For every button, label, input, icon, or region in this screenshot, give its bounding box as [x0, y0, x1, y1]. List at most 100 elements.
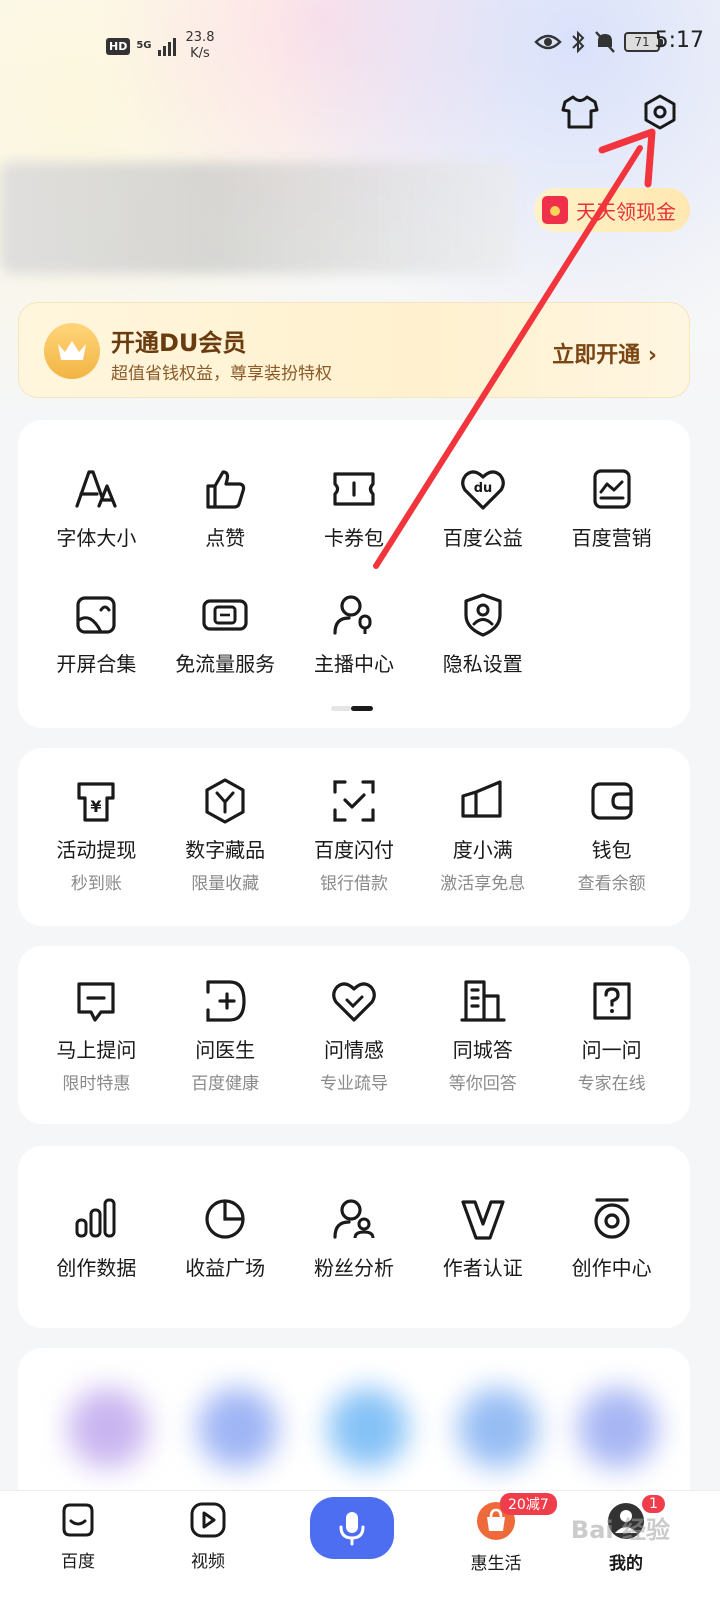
tab-label: 百度 [61, 1552, 95, 1572]
tab-home[interactable]: 百度 [38, 1501, 118, 1572]
item-sublabel: 激活享免息 [440, 874, 526, 894]
settings-button[interactable] [640, 92, 680, 132]
cash-withdraw-item[interactable]: ¥ 活动提现 秒到账 [32, 776, 161, 894]
creator-card: 创作数据 收益广场 粉丝分析 作者认证 创作中心 [18, 1146, 690, 1328]
creator-row: 创作数据 收益广场 粉丝分析 作者认证 创作中心 [32, 1194, 676, 1281]
tab-label: 我的 [609, 1554, 643, 1574]
heart-check-icon [332, 982, 376, 1022]
item-sublabel: 限时特惠 [62, 1074, 131, 1094]
red-packet-icon [542, 196, 568, 224]
item-label: 创作中心 [571, 1256, 652, 1280]
network-speed: 23.8 K/s [186, 30, 215, 62]
author-verify-item[interactable]: 作者认证 [418, 1194, 547, 1281]
ask-expert-item[interactable]: 问一问 专家在线 [547, 976, 676, 1094]
duxiaoman-item[interactable]: 度小满 激活享免息 [418, 776, 547, 894]
item-label: 开屏合集 [56, 652, 137, 676]
item-label: 马上提问 [56, 1038, 137, 1062]
creation-data-item[interactable]: 创作数据 [32, 1194, 161, 1281]
splash-collection-item[interactable]: 开屏合集 [32, 590, 161, 677]
bottom-navigation: 百度 视频 惠生活 20减7 我的 1 [0, 1490, 720, 1600]
tab-video[interactable]: 视频 [168, 1501, 248, 1572]
digital-collection-item[interactable]: 数字藏品 限量收藏 [161, 776, 290, 894]
users-icon [333, 1199, 375, 1239]
medical-plus-icon [206, 980, 246, 1022]
cash-reward-button[interactable]: 天天领现金 [534, 188, 690, 232]
item-label: 收益广场 [185, 1256, 266, 1280]
item-label: 百度营销 [571, 526, 652, 550]
mute-bell-icon [595, 31, 615, 53]
skin-button[interactable] [560, 92, 600, 132]
clock: 5:17 [654, 28, 704, 53]
item-label: 数字藏品 [185, 838, 266, 862]
gear-icon [644, 94, 676, 130]
quick-pay-item[interactable]: 百度闪付 银行借款 [290, 776, 419, 894]
item-label: 百度公益 [442, 526, 523, 550]
ticket-icon [333, 472, 375, 506]
tools-row-1: 字体大小 点赞 卡券包 du 百度公益 百度营销 [32, 464, 676, 551]
ask-card: 马上提问 限时特惠 问医生 百度健康 问情感 专业疏导 同城答 等你回答 问一问… [18, 946, 690, 1124]
tools-card: 字体大小 点赞 卡券包 du 百度公益 百度营销 开屏合集 免流量服务 主播中心… [18, 420, 690, 728]
streamer-center-item[interactable]: 主播中心 [290, 590, 419, 677]
blurred-icon [68, 1388, 148, 1468]
profile-blurred-info[interactable] [0, 162, 515, 274]
home-face-icon [62, 1503, 94, 1537]
life-badge: 20减7 [500, 1493, 557, 1515]
item-sublabel: 银行借款 [319, 874, 388, 894]
revenue-plaza-item[interactable]: 收益广场 [161, 1194, 290, 1281]
item-label: 创作数据 [56, 1256, 137, 1280]
creation-center-item[interactable]: 创作中心 [547, 1194, 676, 1281]
shirt-icon [561, 95, 599, 129]
du-member-banner[interactable]: 开通DU会员 超值省钱权益，尊享装扮特权 立即开通 › [18, 302, 690, 398]
question-box-icon [592, 982, 631, 1020]
tab-label: 视频 [191, 1552, 225, 1572]
item-label: 卡券包 [323, 526, 384, 550]
voice-search-button[interactable] [310, 1497, 394, 1559]
ask-row: 马上提问 限时特惠 问医生 百度健康 问情感 专业疏导 同城答 等你回答 问一问… [32, 976, 676, 1094]
item-sublabel: 百度健康 [191, 1074, 260, 1094]
item-label: 免流量服务 [175, 652, 276, 676]
ask-emotion-item[interactable]: 问情感 专业疏导 [290, 976, 419, 1094]
chat-minus-icon [77, 982, 115, 1022]
play-icon [190, 1502, 226, 1538]
blurred-icon [458, 1388, 538, 1468]
yen-ticket-icon: ¥ [77, 782, 115, 822]
item-label: 作者认证 [442, 1256, 523, 1280]
privacy-settings-item[interactable]: 隐私设置 [418, 590, 547, 677]
item-label: 活动提现 [56, 838, 137, 862]
item-sublabel: 查看余额 [577, 874, 646, 894]
member-open-button[interactable]: 立即开通 › [552, 337, 657, 369]
like-item[interactable]: 点赞 [161, 464, 290, 551]
item-label: 钱包 [591, 838, 632, 862]
ask-doctor-item[interactable]: 问医生 百度健康 [161, 976, 290, 1094]
coupon-item[interactable]: 卡券包 [290, 464, 419, 551]
camera-ring-icon [593, 1198, 630, 1239]
microphone-icon [339, 1512, 365, 1546]
item-label: 问医生 [195, 1038, 256, 1062]
item-label: 百度闪付 [313, 838, 394, 862]
item-sublabel: 限量收藏 [191, 874, 260, 894]
signal-icon [157, 36, 176, 56]
free-data-item[interactable]: 免流量服务 [161, 590, 290, 677]
thumbs-up-icon [206, 470, 246, 509]
blurred-content-card [18, 1348, 690, 1508]
item-label: 问一问 [581, 1038, 642, 1062]
member-subtitle: 超值省钱权益，尊享装扮特权 [111, 364, 332, 384]
speed-value: 23.8 [185, 30, 215, 45]
fans-analysis-item[interactable]: 粉丝分析 [290, 1194, 419, 1281]
quick-ask-item[interactable]: 马上提问 限时特惠 [32, 976, 161, 1094]
member-title: 开通DU会员 [111, 329, 247, 357]
local-answer-item[interactable]: 同城答 等你回答 [418, 976, 547, 1094]
status-left: HD 5G 23.8 K/s [106, 30, 214, 62]
item-sublabel: 专业疏导 [319, 1074, 388, 1094]
item-label: 隐私设置 [442, 652, 523, 676]
svg-text:¥: ¥ [91, 797, 102, 816]
charity-item[interactable]: du 百度公益 [418, 464, 547, 551]
font-size-item[interactable]: 字体大小 [32, 464, 161, 551]
wallet-item[interactable]: 钱包 查看余额 [547, 776, 676, 894]
bluetooth-icon [572, 30, 585, 54]
font-size-icon [75, 470, 117, 508]
marketing-item[interactable]: 百度营销 [547, 464, 676, 551]
wallet-icon [590, 782, 633, 820]
tools-row-2: 开屏合集 免流量服务 主播中心 隐私设置 [32, 590, 676, 677]
bar-chart-icon [75, 1198, 116, 1238]
